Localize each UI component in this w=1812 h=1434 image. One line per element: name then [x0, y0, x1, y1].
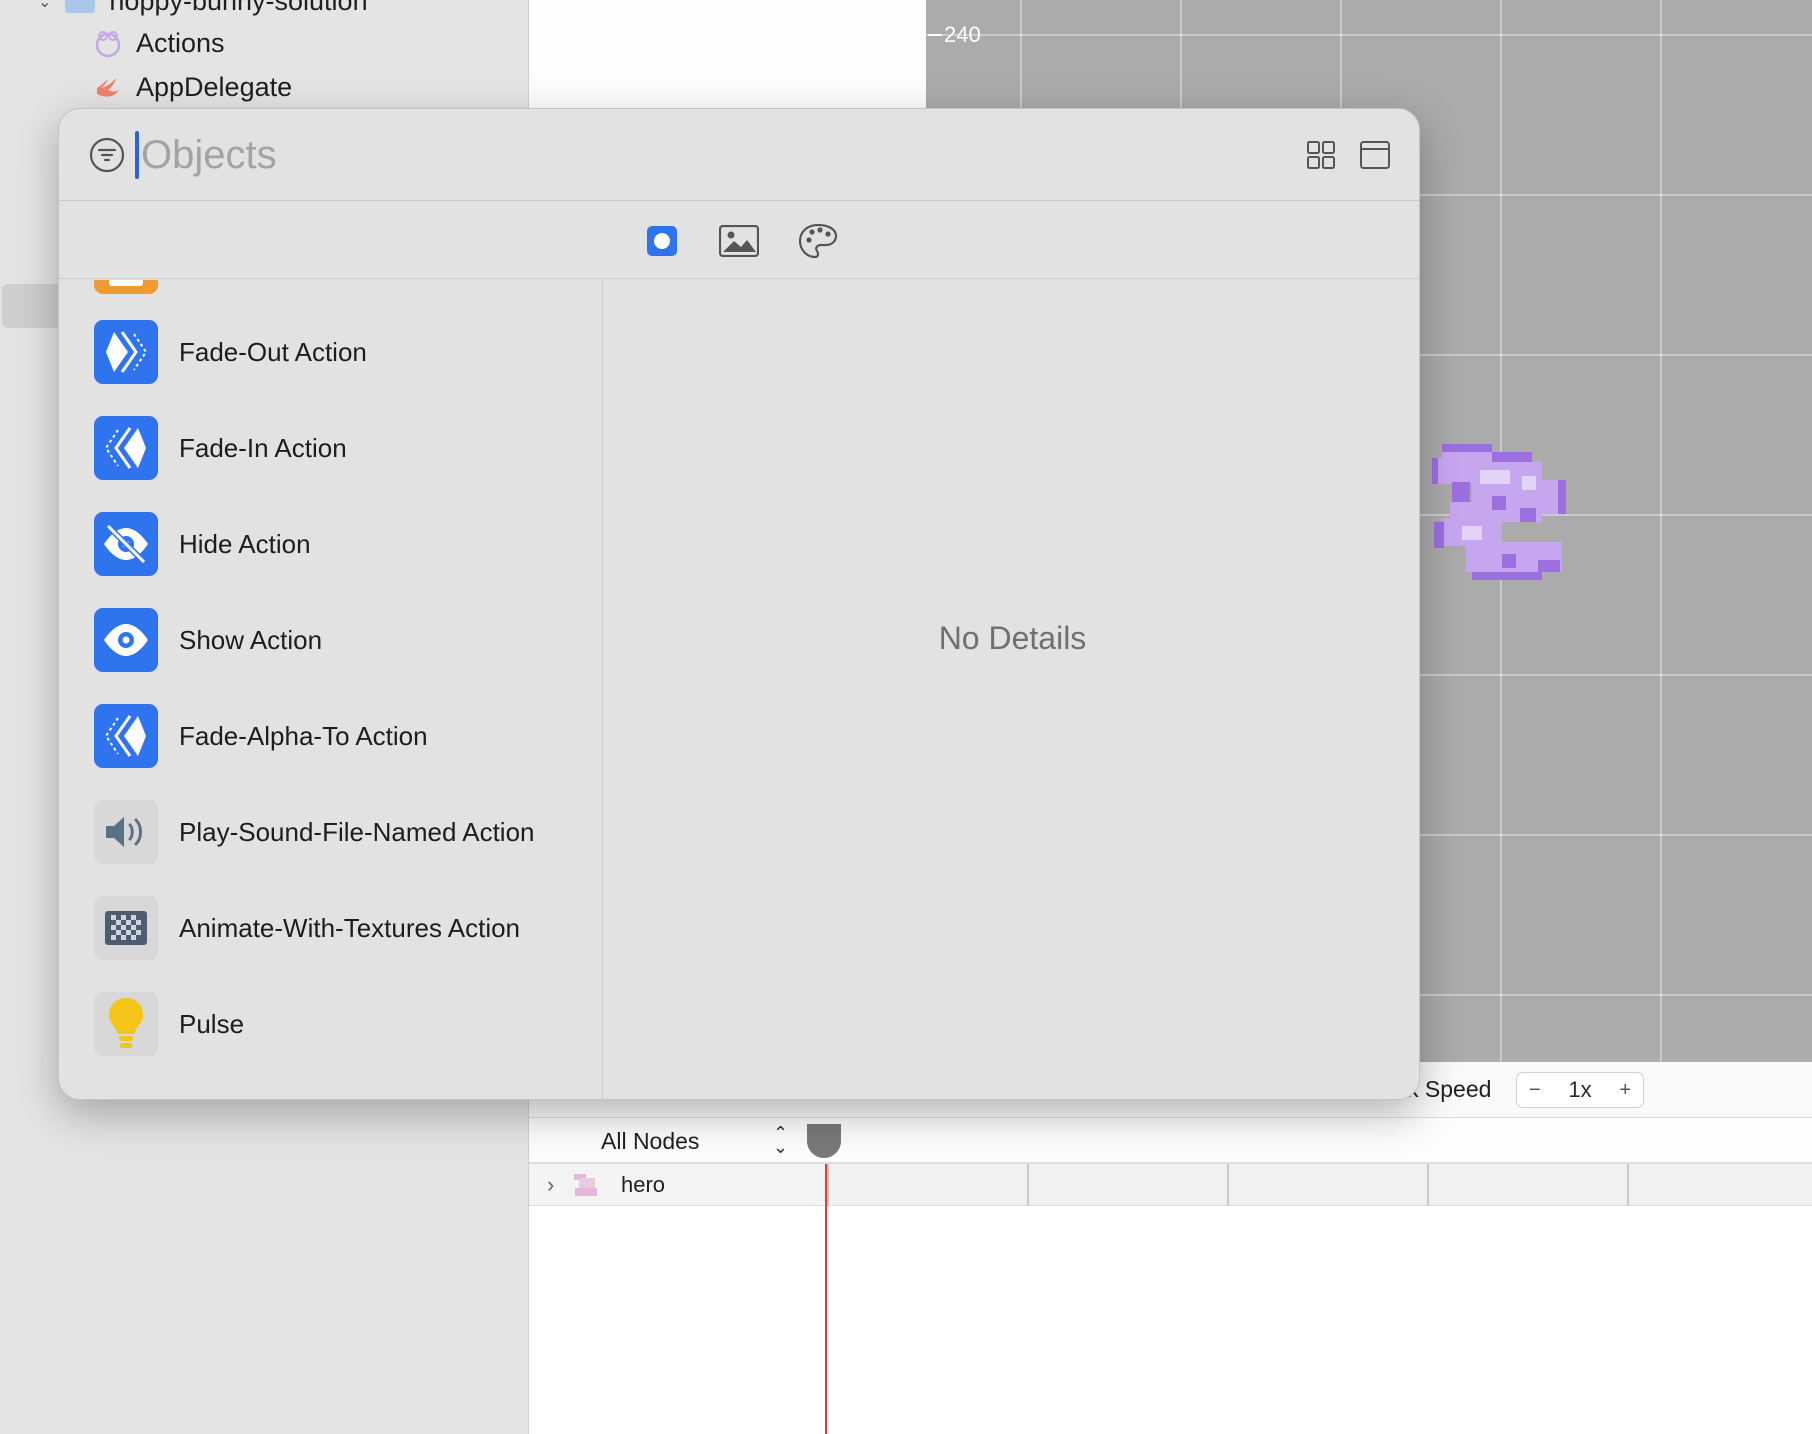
list-item-fade-out-action[interactable]: Fade-Out Action: [59, 304, 602, 400]
swift-file-icon: [97, 77, 119, 97]
timeline-divider: [1027, 1164, 1029, 1206]
disclosure-chevron-icon[interactable]: ⌄: [38, 0, 51, 12]
folder-icon: [65, 0, 96, 13]
checkerboard-icon: [94, 896, 158, 960]
navigator-item-actions[interactable]: Actions: [94, 28, 225, 59]
timeline-divider: [1627, 1164, 1629, 1206]
sks-file-icon: [95, 30, 121, 57]
speed-decrement-button[interactable]: −: [1529, 1079, 1541, 1102]
action-editor: k Speed − 1x + All Nodes ⌃ ⌄ › hero: [528, 1062, 1812, 1434]
library-tab-bar: [59, 201, 1419, 279]
editor-canvas-blank: [528, 0, 926, 108]
disclosure-chevron-icon[interactable]: ›: [547, 1172, 554, 1198]
list-item-hide-action[interactable]: Hide Action: [59, 496, 602, 592]
list-item-label: Fade-In Action: [179, 432, 347, 463]
speed-value: 1x: [1568, 1077, 1592, 1102]
fade-alpha-icon: [94, 704, 158, 768]
list-item-show-action[interactable]: Show Action: [59, 592, 602, 688]
eye-icon: [94, 608, 158, 672]
navigator-folder-row[interactable]: ⌄ hoppy-bunny-solution: [38, 0, 368, 17]
list-item-label: Fade-Alpha-To Action: [179, 720, 428, 751]
navigator-folder-label: hoppy-bunny-solution: [109, 0, 368, 16]
eye-slash-icon: [94, 512, 158, 576]
fade-in-icon: [94, 416, 158, 480]
list-item-pulse[interactable]: Pulse: [59, 976, 602, 1072]
list-item-label: Animate-With-Textures Action: [179, 912, 521, 943]
objects-tab-icon: [647, 226, 677, 256]
navigator-selection-highlight: [2, 284, 62, 328]
node-filter-header: All Nodes ⌃ ⌄: [529, 1118, 1812, 1164]
fade-out-icon: [94, 320, 158, 384]
timeline-divider: [827, 1164, 829, 1206]
list-item-fade-in-action[interactable]: Fade-In Action: [59, 400, 602, 496]
lightbulb-icon: [94, 992, 158, 1056]
library-item-list[interactable]: Fade-Out Action Fade-In Action Hide Acti…: [59, 280, 603, 1099]
speaker-icon: [94, 800, 158, 864]
library-search-header: [59, 109, 1419, 201]
bunny-node-icon: [574, 1174, 597, 1196]
popup-arrows-icon[interactable]: ⌃ ⌄: [773, 1124, 788, 1156]
timeline-divider: [1227, 1164, 1229, 1206]
navigator-item-label: AppDelegate: [136, 72, 293, 102]
object-library-panel: Fade-Out Action Fade-In Action Hide Acti…: [58, 108, 1420, 1100]
orange-partial-icon: [94, 280, 158, 294]
tab-objects[interactable]: [641, 221, 683, 261]
list-item-label: Show Action: [179, 624, 323, 655]
no-details-text: No Details: [938, 620, 1087, 656]
timeline-track[interactable]: [827, 1164, 1812, 1206]
grid-view-icon[interactable]: [1305, 139, 1337, 171]
ruler-tick: [928, 34, 942, 36]
list-item-label: Hide Action: [179, 528, 311, 559]
bunny-sprite[interactable]: [1432, 442, 1568, 582]
speed-increment-button[interactable]: +: [1619, 1079, 1631, 1102]
detail-pane-icon[interactable]: [1359, 139, 1391, 171]
list-item-play-sound-action[interactable]: Play-Sound-File-Named Action: [59, 784, 602, 880]
list-item-label: Fade-Out Action: [179, 336, 367, 367]
navigator-item-label: Actions: [136, 28, 225, 58]
list-item-label: Play-Sound-File-Named Action: [179, 816, 535, 847]
library-detail-pane: No Details: [604, 280, 1419, 1099]
palette-icon: [798, 223, 838, 259]
list-item-fade-alpha-to-action[interactable]: Fade-Alpha-To Action: [59, 688, 602, 784]
timeline-divider: [1427, 1164, 1429, 1206]
ruler-label: 240: [944, 22, 981, 47]
library-search-input[interactable]: [139, 127, 1039, 183]
photo-icon: [719, 225, 759, 257]
node-label: hero: [621, 1172, 666, 1197]
playhead-line: [825, 1164, 827, 1434]
tab-colors[interactable]: [797, 221, 839, 261]
list-item-label: Pulse: [179, 1008, 245, 1039]
playback-speed-stepper[interactable]: − 1x +: [1516, 1072, 1644, 1108]
node-filter-popup[interactable]: All Nodes: [601, 1128, 699, 1155]
tab-media[interactable]: [718, 221, 760, 261]
filter-icon[interactable]: [89, 137, 125, 173]
playhead-handle[interactable]: [807, 1124, 841, 1158]
list-item-animate-with-textures-action[interactable]: Animate-With-Textures Action: [59, 880, 602, 976]
navigator-item-appdelegate[interactable]: AppDelegate: [94, 72, 292, 103]
